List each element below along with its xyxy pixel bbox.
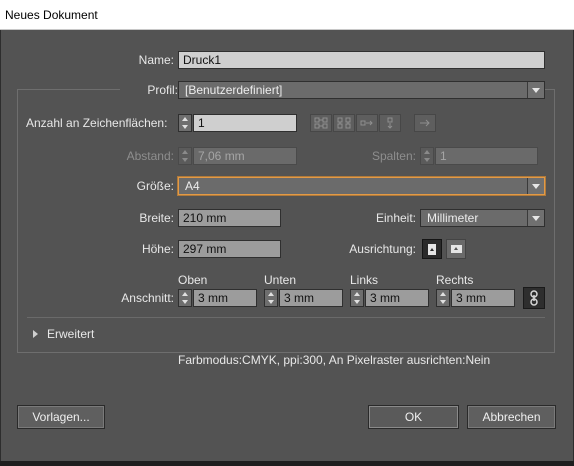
bleed-left-field[interactable]: 3 mm (365, 289, 429, 307)
landscape-orientation-icon[interactable] (446, 239, 466, 259)
bleed-top-field[interactable]: 3 mm (193, 289, 257, 307)
window-frame-left (0, 30, 1, 466)
arrange-by-column-icon[interactable] (379, 114, 401, 132)
window-title-bar[interactable]: Neues Dokument (0, 0, 574, 30)
ok-button[interactable]: OK (368, 405, 459, 429)
orientation-label: Ausrichtung: (349, 242, 416, 256)
chevron-down-icon (527, 82, 544, 98)
spacing-stepper[interactable] (178, 147, 192, 165)
units-label: Einheit: (375, 211, 416, 225)
advanced-toggle[interactable]: Erweitert (33, 326, 94, 342)
layout-direction-icon[interactable] (414, 114, 436, 132)
height-field[interactable]: 297 mm (178, 240, 281, 258)
profile-select[interactable]: [Benutzerdefiniert] (178, 81, 545, 99)
width-label: Breite: (139, 211, 174, 225)
artboards-stepper[interactable] (178, 114, 192, 132)
window-frame-bottom (0, 461, 574, 466)
bleed-right-field[interactable]: 3 mm (451, 289, 515, 307)
profile-label: Profil: (120, 82, 178, 98)
expand-triangle-icon (33, 330, 38, 338)
spacing-field[interactable]: 7,06 mm (193, 147, 297, 165)
document-info-text: Farbmodus:CMYK, ppi:300, An Pixelraster … (178, 353, 491, 367)
bleed-right-stepper[interactable] (436, 289, 450, 307)
artboards-label: Anzahl an Zeichenflächen: (26, 116, 168, 130)
name-label: Name: (138, 53, 174, 67)
bleed-label: Anschnitt: (121, 291, 174, 305)
height-label: Höhe: (141, 242, 174, 256)
grid-by-column-icon[interactable] (333, 114, 355, 132)
advanced-label: Erweitert (47, 327, 95, 341)
bleed-left-stepper[interactable] (350, 289, 364, 307)
bleed-left-label: Links (350, 273, 379, 287)
bleed-top-label: Oben (178, 273, 208, 287)
size-value: A4 (185, 179, 200, 193)
portrait-orientation-icon[interactable] (422, 239, 442, 259)
units-value: Millimeter (427, 211, 479, 225)
chevron-down-icon (527, 178, 544, 194)
grid-by-row-icon[interactable] (310, 114, 332, 132)
columns-field[interactable]: 1 (435, 147, 538, 165)
columns-stepper[interactable] (420, 147, 434, 165)
profile-value: [Benutzerdefiniert] (185, 83, 283, 97)
link-chain-icon[interactable] (523, 287, 545, 309)
width-field[interactable]: 210 mm (178, 209, 281, 227)
window-title: Neues Dokument (5, 8, 98, 22)
bleed-bottom-stepper[interactable] (264, 289, 278, 307)
name-field[interactable]: Druck1 (178, 51, 545, 69)
spacing-label: Abstand: (126, 149, 174, 163)
size-select[interactable]: A4 (178, 177, 545, 195)
size-label: Größe: (136, 179, 174, 193)
advanced-separator (27, 317, 545, 318)
columns-label: Spalten: (371, 149, 416, 163)
bleed-right-label: Rechts (436, 273, 474, 287)
artboards-field[interactable]: 1 (193, 114, 297, 132)
cancel-button[interactable]: Abbrechen (467, 405, 556, 429)
units-select[interactable]: Millimeter (420, 209, 545, 227)
arrange-by-row-icon[interactable] (356, 114, 378, 132)
bleed-top-stepper[interactable] (178, 289, 192, 307)
bleed-bottom-field[interactable]: 3 mm (279, 289, 343, 307)
bleed-bottom-label: Unten (264, 273, 297, 287)
templates-button[interactable]: Vorlagen... (17, 405, 105, 429)
chevron-down-icon (527, 210, 544, 226)
